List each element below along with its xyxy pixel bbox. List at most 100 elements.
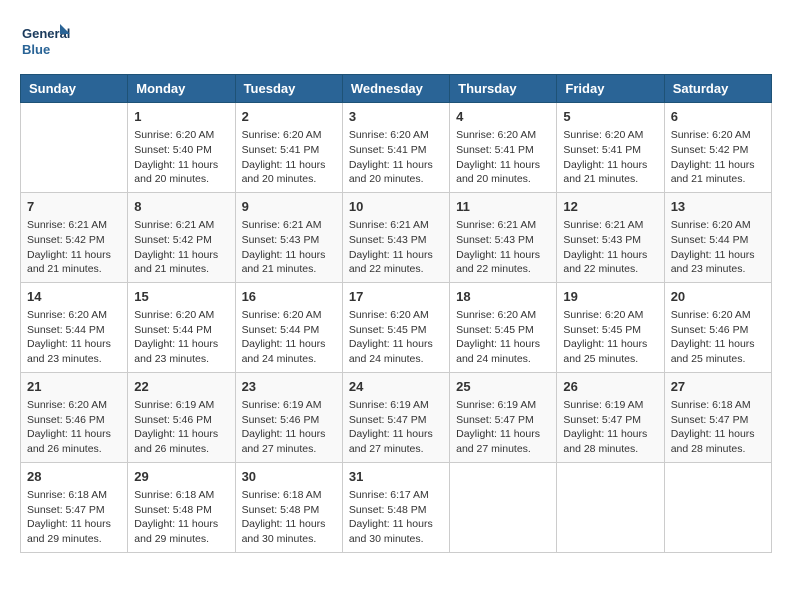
day-number: 27 [671, 378, 765, 396]
day-info: Sunrise: 6:18 AMSunset: 5:48 PMDaylight:… [134, 488, 228, 547]
calendar-cell [664, 462, 771, 552]
day-number: 1 [134, 108, 228, 126]
day-info: Sunrise: 6:20 AMSunset: 5:46 PMDaylight:… [27, 398, 121, 457]
day-info: Sunrise: 6:19 AMSunset: 5:47 PMDaylight:… [349, 398, 443, 457]
day-number: 26 [563, 378, 657, 396]
calendar-cell: 17Sunrise: 6:20 AMSunset: 5:45 PMDayligh… [342, 282, 449, 372]
header-friday: Friday [557, 75, 664, 103]
day-number: 10 [349, 198, 443, 216]
calendar-cell [557, 462, 664, 552]
calendar-cell: 16 Sunrise: 6:20 AMSunset: 5:44 PMDayligh… [235, 282, 342, 372]
calendar-cell: 29 Sunrise: 6:18 AMSunset: 5:48 PMDayligh… [128, 462, 235, 552]
day-info: Sunrise: 6:18 AMSunset: 5:47 PMDaylight:… [27, 488, 121, 547]
calendar-cell: 27 Sunrise: 6:18 AMSunset: 5:47 PMDayligh… [664, 372, 771, 462]
calendar-cell [21, 103, 128, 193]
day-info: Sunrise: 6:20 AMSunset: 5:41 PMDaylight:… [456, 128, 550, 187]
calendar-cell: 1 Sunrise: 6:20 AMSunset: 5:40 PMDaylight… [128, 103, 235, 193]
day-info: Sunrise: 6:18 AMSunset: 5:47 PMDaylight:… [671, 398, 765, 457]
day-number: 20 [671, 288, 765, 306]
calendar-cell: 20 Sunrise: 6:20 AMSunset: 5:46 PMDayligh… [664, 282, 771, 372]
day-info: Sunrise: 6:20 AMSunset: 5:44 PMDaylight:… [671, 218, 765, 277]
header-tuesday: Tuesday [235, 75, 342, 103]
calendar-week-3: 14 Sunrise: 6:20 AMSunset: 5:44 PMDayligh… [21, 282, 772, 372]
header-saturday: Saturday [664, 75, 771, 103]
calendar-cell: 22 Sunrise: 6:19 AMSunset: 5:46 PMDayligh… [128, 372, 235, 462]
calendar-cell: 21Sunrise: 6:20 AMSunset: 5:46 PMDayligh… [21, 372, 128, 462]
logo-svg: General Blue [20, 20, 70, 64]
day-number: 14 [27, 288, 121, 306]
header-wednesday: Wednesday [342, 75, 449, 103]
calendar-cell: 15Sunrise: 6:20 AMSunset: 5:44 PMDayligh… [128, 282, 235, 372]
day-number: 12 [563, 198, 657, 216]
day-number: 9 [242, 198, 336, 216]
day-info: Sunrise: 6:20 AMSunset: 5:46 PMDaylight:… [671, 308, 765, 367]
day-number: 3 [349, 108, 443, 126]
calendar-cell: 31Sunrise: 6:17 AMSunset: 5:48 PMDayligh… [342, 462, 449, 552]
header: General Blue [20, 20, 772, 64]
day-info: Sunrise: 6:19 AMSunset: 5:46 PMDaylight:… [242, 398, 336, 457]
calendar-cell: 5Sunrise: 6:20 AMSunset: 5:41 PMDaylight… [557, 103, 664, 193]
day-info: Sunrise: 6:20 AMSunset: 5:45 PMDaylight:… [563, 308, 657, 367]
day-number: 31 [349, 468, 443, 486]
day-info: Sunrise: 6:19 AMSunset: 5:47 PMDaylight:… [563, 398, 657, 457]
day-info: Sunrise: 6:20 AMSunset: 5:41 PMDaylight:… [242, 128, 336, 187]
day-info: Sunrise: 6:20 AMSunset: 5:44 PMDaylight:… [27, 308, 121, 367]
calendar-cell: 10 Sunrise: 6:21 AMSunset: 5:43 PMDayligh… [342, 192, 449, 282]
day-info: Sunrise: 6:20 AMSunset: 5:44 PMDaylight:… [242, 308, 336, 367]
calendar-cell: 18Sunrise: 6:20 AMSunset: 5:45 PMDayligh… [450, 282, 557, 372]
header-thursday: Thursday [450, 75, 557, 103]
day-number: 13 [671, 198, 765, 216]
calendar-cell: 26 Sunrise: 6:19 AMSunset: 5:47 PMDayligh… [557, 372, 664, 462]
day-info: Sunrise: 6:20 AMSunset: 5:41 PMDaylight:… [349, 128, 443, 187]
day-number: 22 [134, 378, 228, 396]
calendar-week-1: 1 Sunrise: 6:20 AMSunset: 5:40 PMDaylight… [21, 103, 772, 193]
logo: General Blue [20, 20, 70, 64]
calendar: SundayMondayTuesdayWednesdayThursdayFrid… [20, 74, 772, 553]
calendar-cell: 6 Sunrise: 6:20 AMSunset: 5:42 PMDaylight… [664, 103, 771, 193]
day-info: Sunrise: 6:21 AMSunset: 5:42 PMDaylight:… [27, 218, 121, 277]
calendar-cell: 24 Sunrise: 6:19 AMSunset: 5:47 PMDayligh… [342, 372, 449, 462]
calendar-cell: 19 Sunrise: 6:20 AMSunset: 5:45 PMDayligh… [557, 282, 664, 372]
day-info: Sunrise: 6:21 AMSunset: 5:43 PMDaylight:… [456, 218, 550, 277]
calendar-cell: 14 Sunrise: 6:20 AMSunset: 5:44 PMDayligh… [21, 282, 128, 372]
day-number: 24 [349, 378, 443, 396]
day-info: Sunrise: 6:19 AMSunset: 5:47 PMDaylight:… [456, 398, 550, 457]
day-info: Sunrise: 6:21 AMSunset: 5:43 PMDaylight:… [242, 218, 336, 277]
calendar-week-2: 7 Sunrise: 6:21 AMSunset: 5:42 PMDaylight… [21, 192, 772, 282]
day-info: Sunrise: 6:20 AMSunset: 5:45 PMDaylight:… [456, 308, 550, 367]
calendar-cell: 25 Sunrise: 6:19 AMSunset: 5:47 PMDayligh… [450, 372, 557, 462]
calendar-cell: 7 Sunrise: 6:21 AMSunset: 5:42 PMDaylight… [21, 192, 128, 282]
calendar-week-5: 28 Sunrise: 6:18 AMSunset: 5:47 PMDayligh… [21, 462, 772, 552]
calendar-cell: 28 Sunrise: 6:18 AMSunset: 5:47 PMDayligh… [21, 462, 128, 552]
header-monday: Monday [128, 75, 235, 103]
day-number: 5 [563, 108, 657, 126]
header-sunday: Sunday [21, 75, 128, 103]
calendar-cell: 12Sunrise: 6:21 AMSunset: 5:43 PMDayligh… [557, 192, 664, 282]
calendar-cell: 30Sunrise: 6:18 AMSunset: 5:48 PMDayligh… [235, 462, 342, 552]
calendar-cell: 11 Sunrise: 6:21 AMSunset: 5:43 PMDayligh… [450, 192, 557, 282]
day-number: 16 [242, 288, 336, 306]
calendar-week-4: 21Sunrise: 6:20 AMSunset: 5:46 PMDayligh… [21, 372, 772, 462]
day-number: 6 [671, 108, 765, 126]
calendar-cell: 4 Sunrise: 6:20 AMSunset: 5:41 PMDaylight… [450, 103, 557, 193]
calendar-header-row: SundayMondayTuesdayWednesdayThursdayFrid… [21, 75, 772, 103]
day-number: 23 [242, 378, 336, 396]
day-number: 15 [134, 288, 228, 306]
day-number: 2 [242, 108, 336, 126]
day-info: Sunrise: 6:21 AMSunset: 5:43 PMDaylight:… [349, 218, 443, 277]
calendar-cell: 2 Sunrise: 6:20 AMSunset: 5:41 PMDaylight… [235, 103, 342, 193]
day-info: Sunrise: 6:19 AMSunset: 5:46 PMDaylight:… [134, 398, 228, 457]
day-info: Sunrise: 6:20 AMSunset: 5:40 PMDaylight:… [134, 128, 228, 187]
day-number: 29 [134, 468, 228, 486]
day-info: Sunrise: 6:20 AMSunset: 5:42 PMDaylight:… [671, 128, 765, 187]
day-number: 4 [456, 108, 550, 126]
day-info: Sunrise: 6:20 AMSunset: 5:45 PMDaylight:… [349, 308, 443, 367]
calendar-cell: 13 Sunrise: 6:20 AMSunset: 5:44 PMDayligh… [664, 192, 771, 282]
day-number: 7 [27, 198, 121, 216]
day-number: 28 [27, 468, 121, 486]
day-number: 11 [456, 198, 550, 216]
calendar-cell [450, 462, 557, 552]
day-number: 19 [563, 288, 657, 306]
day-number: 8 [134, 198, 228, 216]
day-number: 25 [456, 378, 550, 396]
